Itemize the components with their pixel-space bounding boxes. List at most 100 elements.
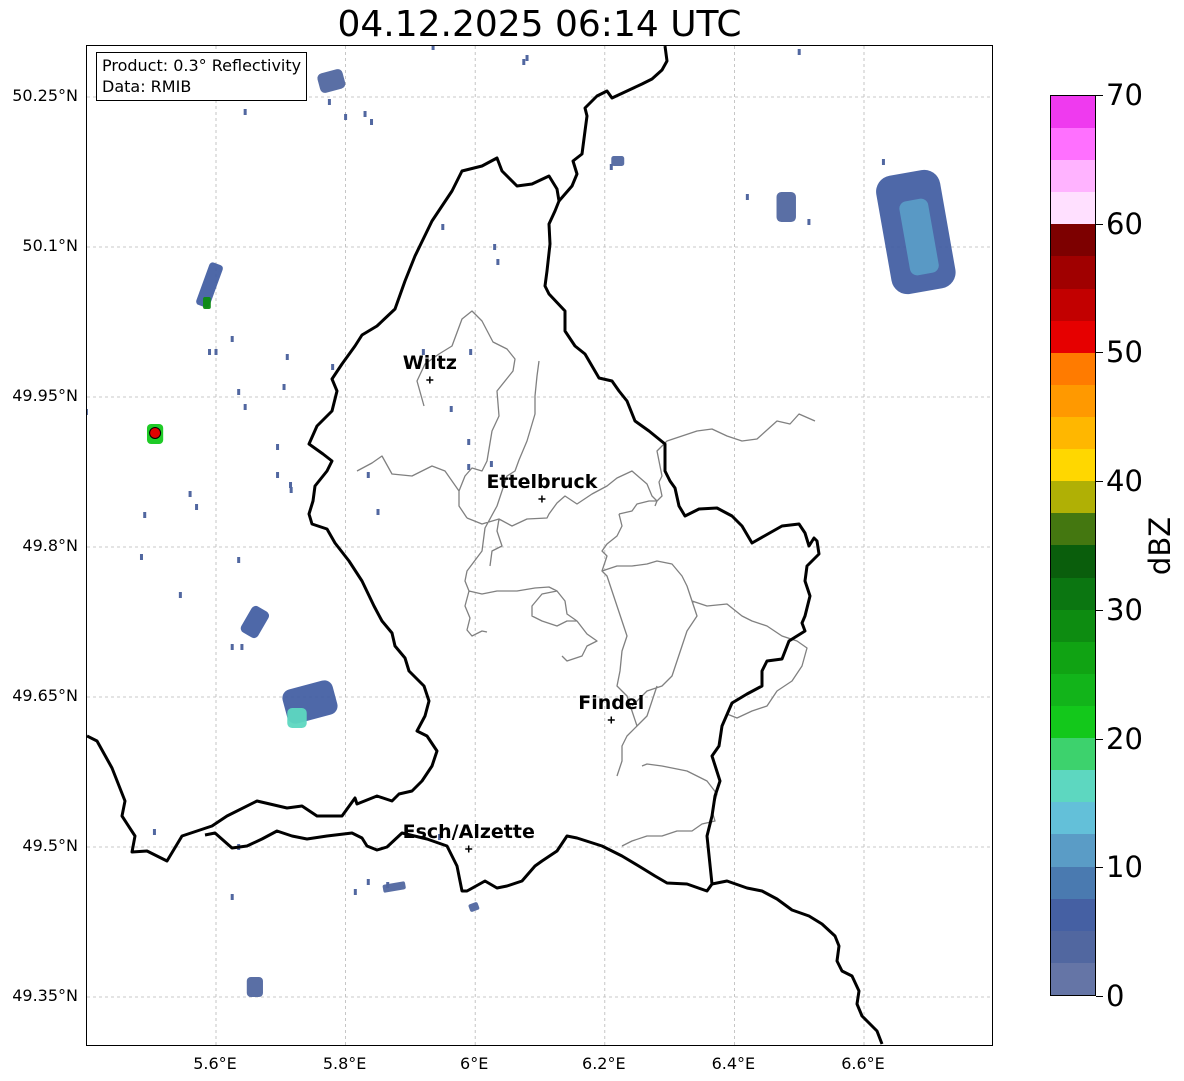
radar-speckle bbox=[139, 554, 143, 560]
colorbar-segment bbox=[1051, 673, 1095, 707]
radar-speckle bbox=[276, 472, 280, 478]
colorbar-tick-label: 10 bbox=[1106, 850, 1143, 885]
colorbar-tick-label: 30 bbox=[1106, 592, 1143, 627]
lat-tick-label: 49.35°N bbox=[12, 986, 78, 1005]
radar-speckle bbox=[243, 404, 247, 410]
city-marker bbox=[465, 845, 473, 853]
lon-tick-label: 5.8°E bbox=[322, 1054, 367, 1073]
radar-speckle bbox=[195, 504, 199, 510]
colorbar-segment bbox=[1051, 802, 1095, 835]
colorbar-tick-mark bbox=[1096, 481, 1103, 483]
radar-speckle bbox=[230, 644, 234, 650]
colorbar-tick-mark bbox=[1096, 352, 1103, 354]
radar-speckle bbox=[214, 349, 218, 355]
radar-echo bbox=[203, 297, 211, 309]
radar-speckle bbox=[376, 509, 380, 515]
colorbar-segment bbox=[1051, 224, 1095, 257]
country-border bbox=[87, 156, 821, 893]
city-label: Esch/Alzette bbox=[402, 821, 535, 843]
data-source-label: Data: RMIB bbox=[102, 77, 192, 96]
colorbar-segment bbox=[1051, 577, 1095, 610]
radar-speckle bbox=[285, 354, 289, 360]
radar-speckle bbox=[344, 114, 348, 120]
radar-speckle bbox=[745, 194, 749, 200]
radar-speckle bbox=[230, 336, 234, 342]
radar-speckle bbox=[87, 409, 88, 415]
colorbar-segment bbox=[1051, 706, 1095, 739]
map-title: 04.12.2025 06:14 UTC bbox=[337, 4, 742, 45]
lon-tick-label: 6.2°E bbox=[582, 1054, 626, 1073]
map-canvas bbox=[87, 46, 992, 1045]
radar-site-marker bbox=[149, 427, 162, 439]
colorbar-tick-mark bbox=[1096, 738, 1103, 740]
radar-speckle bbox=[881, 159, 885, 165]
lat-tick-label: 49.5°N bbox=[22, 836, 78, 855]
colorbar-segment bbox=[1051, 545, 1095, 578]
graticule bbox=[87, 46, 992, 1045]
city-label: Findel bbox=[578, 692, 645, 714]
product-label: Product: 0.3° Reflectivity bbox=[102, 56, 302, 75]
canton-boundaries bbox=[356, 310, 816, 847]
border-north-line bbox=[557, 46, 669, 202]
radar-speckle bbox=[282, 384, 286, 390]
radar-speckle bbox=[609, 164, 613, 170]
city-marker bbox=[607, 716, 615, 724]
lon-tick-label: 6°E bbox=[460, 1054, 489, 1073]
colorbar-segment bbox=[1051, 834, 1095, 867]
colorbar-segment bbox=[1051, 449, 1095, 482]
colorbar-segment bbox=[1051, 288, 1095, 321]
product-info-box: Product: 0.3° Reflectivity Data: RMIB bbox=[96, 52, 308, 101]
colorbar-segment bbox=[1051, 384, 1095, 418]
colorbar-segment bbox=[1051, 609, 1095, 642]
radar-speckle bbox=[327, 99, 331, 105]
radar-echo bbox=[382, 881, 406, 893]
colorbar-tick-mark bbox=[1096, 223, 1103, 225]
radar-speckle bbox=[143, 512, 147, 518]
radar-echo bbox=[776, 192, 796, 222]
radar-map[interactable]: Product: 0.3° Reflectivity Data: RMIB Wi… bbox=[86, 45, 993, 1046]
colorbar-segment bbox=[1051, 770, 1095, 803]
radar-speckle bbox=[467, 464, 471, 470]
colorbar-segment bbox=[1051, 352, 1095, 385]
radar-speckle bbox=[289, 487, 293, 493]
colorbar-tick-mark bbox=[1096, 609, 1103, 611]
radar-echo bbox=[287, 708, 307, 728]
radar-speckle bbox=[230, 894, 234, 900]
colorbar-tick-mark bbox=[1096, 996, 1103, 997]
radar-speckle bbox=[469, 349, 473, 355]
radar-speckle bbox=[496, 259, 500, 265]
lon-tick-label: 6.4°E bbox=[711, 1054, 756, 1073]
boundaries bbox=[87, 46, 884, 1045]
colorbar-segment bbox=[1051, 128, 1095, 161]
border-east-line bbox=[711, 879, 884, 1045]
radar-speckle bbox=[449, 406, 453, 412]
colorbar-tick-label: 0 bbox=[1106, 979, 1125, 1013]
colorbar-segment bbox=[1051, 898, 1095, 931]
radar-speckle bbox=[493, 244, 497, 250]
radar-speckle bbox=[431, 46, 435, 50]
radar-site-dot bbox=[149, 427, 162, 439]
colorbar-tick-label: 70 bbox=[1106, 78, 1143, 112]
radar-speckle bbox=[386, 882, 390, 888]
radar-speckle bbox=[363, 111, 367, 117]
radar-speckle bbox=[370, 119, 374, 125]
colorbar-segment bbox=[1051, 192, 1095, 225]
colorbar-segment bbox=[1051, 930, 1095, 963]
colorbar-segment bbox=[1051, 320, 1095, 353]
colorbar-segment bbox=[1051, 866, 1095, 899]
radar-speckle bbox=[525, 55, 529, 61]
colorbar-unit-label: dBZ bbox=[1143, 516, 1177, 576]
lat-tick-label: 50.25°N bbox=[12, 86, 78, 105]
colorbar-segment bbox=[1051, 256, 1095, 289]
radar-speckle bbox=[240, 644, 244, 650]
colorbar-tick-label: 40 bbox=[1106, 464, 1143, 499]
radar-speckle bbox=[467, 439, 471, 445]
colorbar-tick-mark bbox=[1096, 95, 1103, 96]
colorbar-segment bbox=[1051, 95, 1095, 129]
radar-speckle bbox=[243, 109, 247, 115]
city-markers bbox=[426, 376, 615, 853]
city-label: Ettelbruck bbox=[486, 471, 598, 493]
colorbar-segment bbox=[1051, 962, 1095, 995]
colorbar-tick-mark bbox=[1096, 867, 1103, 869]
colorbar-segment bbox=[1051, 481, 1095, 514]
